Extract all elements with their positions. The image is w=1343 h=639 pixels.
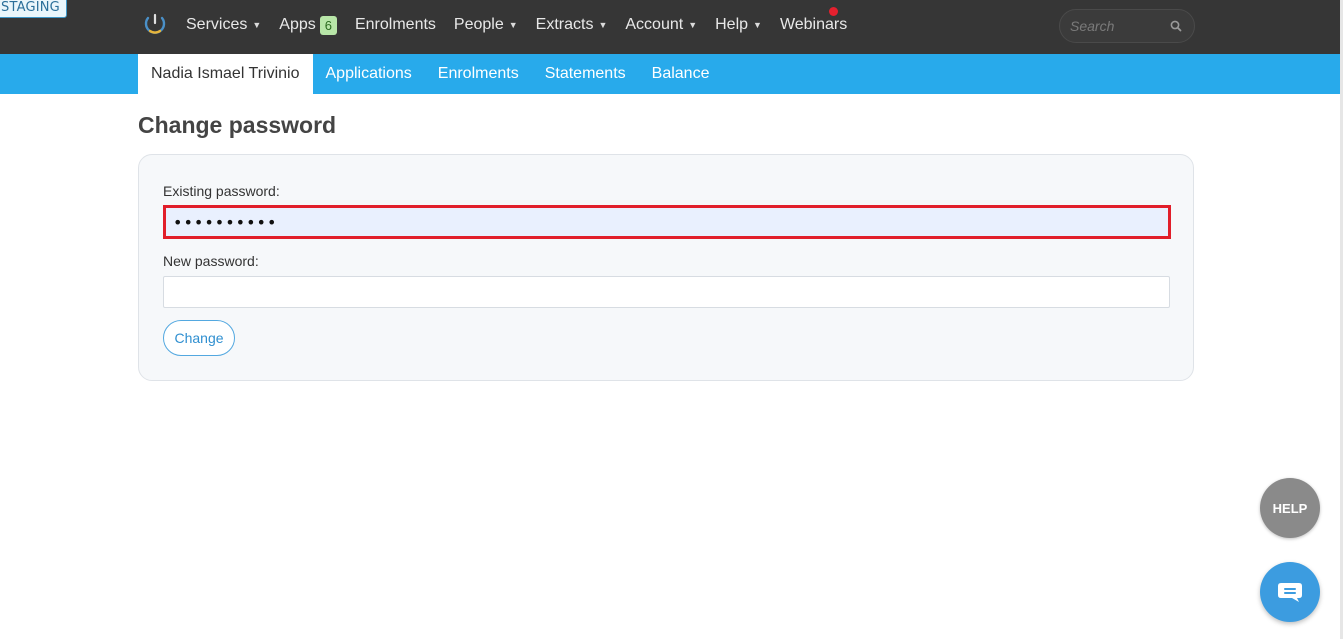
change-password-form: Existing password: New password: Change (138, 154, 1194, 381)
environment-badge: STAGING (0, 0, 67, 18)
nav-services[interactable]: Services ▼ (186, 16, 261, 34)
person-subnav: Nadia Ismael Trivinio Applications Enrol… (0, 54, 1340, 94)
top-navigation-bar: Services ▼ Apps 6 Enrolments People ▼ Ex… (0, 0, 1340, 54)
nav-webinars-label: Webinars (779, 16, 848, 33)
help-button-label: HELP (1272, 500, 1308, 516)
existing-password-field[interactable] (163, 205, 1171, 239)
nav-apps-label: Apps (279, 16, 316, 33)
new-password-field[interactable] (163, 276, 1170, 308)
notification-dot (829, 7, 838, 16)
nav-services-label: Services (186, 16, 248, 33)
page-title: Change password (138, 112, 337, 138)
chevron-down-icon: ▼ (598, 20, 608, 30)
apps-count-badge: 6 (319, 15, 337, 35)
tab-enrolments[interactable]: Enrolments (425, 54, 532, 94)
main-nav: Services ▼ Apps 6 Enrolments People ▼ Ex… (186, 0, 865, 50)
tab-balance[interactable]: Balance (639, 54, 723, 94)
search-icon[interactable] (1169, 19, 1183, 33)
nav-help-label: Help (715, 16, 749, 33)
search-input[interactable] (1070, 18, 1165, 34)
chat-button[interactable] (1260, 562, 1320, 622)
chat-bubble-icon (1278, 583, 1302, 602)
chevron-down-icon: ▼ (508, 20, 518, 30)
nav-account-label: Account (625, 16, 684, 33)
nav-extracts-label: Extracts (535, 16, 594, 33)
chevron-down-icon: ▼ (688, 20, 698, 30)
new-password-label: New password: (163, 253, 259, 269)
nav-people[interactable]: People ▼ (454, 16, 518, 34)
nav-apps[interactable]: Apps 6 (279, 15, 337, 35)
nav-enrolments[interactable]: Enrolments (355, 16, 436, 34)
nav-webinars[interactable]: Webinars (780, 16, 847, 34)
power-ring-logo-icon[interactable] (143, 12, 167, 36)
search-box[interactable] (1059, 9, 1195, 43)
nav-extracts[interactable]: Extracts ▼ (536, 16, 608, 34)
change-button[interactable]: Change (163, 320, 235, 356)
nav-account[interactable]: Account ▼ (625, 16, 697, 34)
existing-password-label: Existing password: (163, 183, 280, 199)
tab-applications[interactable]: Applications (313, 54, 425, 94)
nav-enrolments-label: Enrolments (354, 16, 436, 33)
tab-person-name[interactable]: Nadia Ismael Trivinio (138, 54, 313, 94)
chevron-down-icon: ▼ (252, 20, 262, 30)
nav-people-label: People (453, 16, 504, 33)
help-button[interactable]: HELP (1260, 478, 1320, 538)
nav-help[interactable]: Help ▼ (715, 16, 762, 34)
tab-statements[interactable]: Statements (532, 54, 639, 94)
chevron-down-icon: ▼ (753, 20, 762, 30)
